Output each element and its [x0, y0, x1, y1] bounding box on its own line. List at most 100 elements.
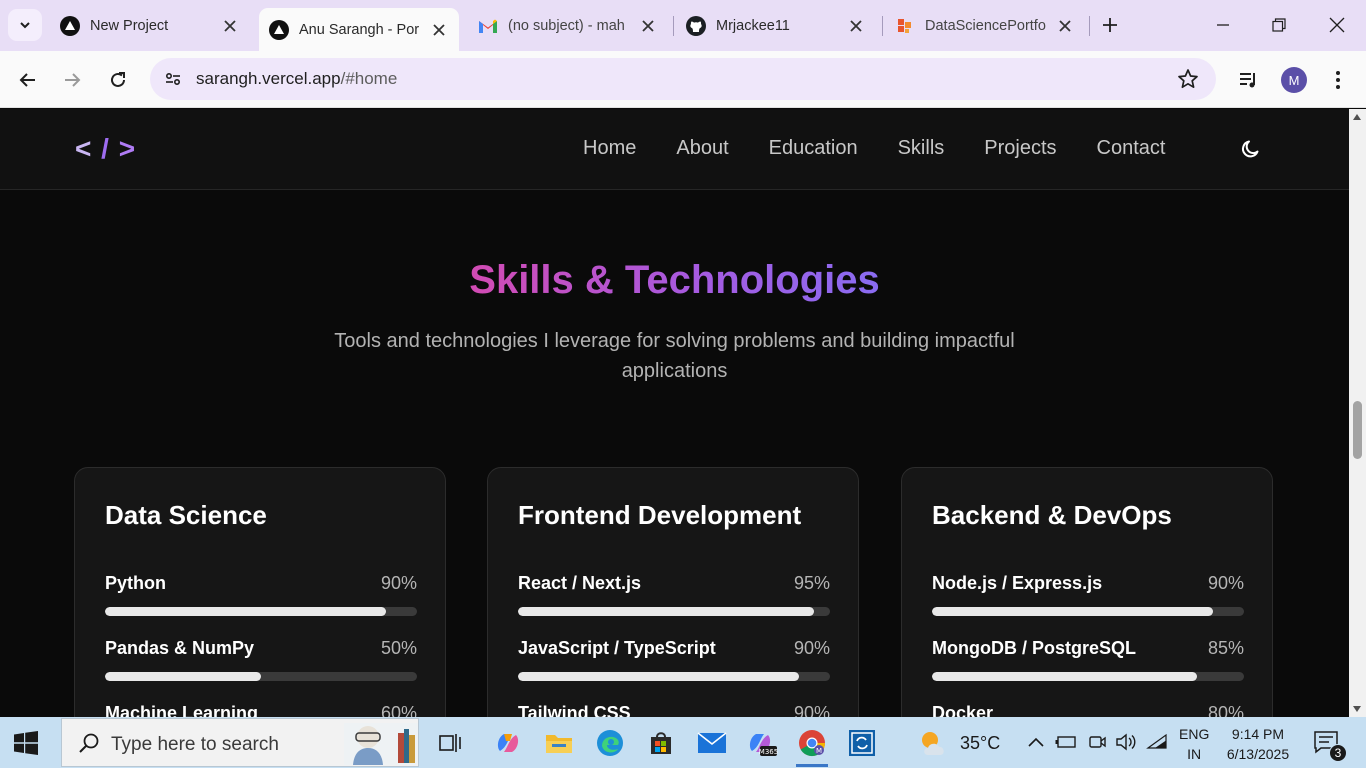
tray-meet-now[interactable] [1086, 731, 1108, 753]
skill-progress-fill [105, 672, 261, 681]
tab-title: DataSciencePortfo [925, 17, 1046, 34]
section-subtitle: Tools and technologies I leverage for so… [334, 330, 1015, 382]
skill-percent: 95% [793, 573, 830, 593]
speaker-icon [1116, 733, 1136, 751]
taskbar-file-explorer[interactable] [539, 723, 579, 763]
skill-progress-bar [105, 607, 417, 616]
forward-button[interactable] [57, 65, 87, 95]
close-icon[interactable] [220, 16, 240, 36]
skill-name: MongoDB / PostgreSQL [932, 638, 1136, 658]
svg-text:M365: M365 [759, 748, 778, 756]
reload-button[interactable] [103, 65, 133, 95]
page-scrollbar[interactable] [1349, 109, 1366, 717]
logo-lt: < [75, 133, 93, 164]
taskbar-remote-app[interactable] [842, 723, 882, 763]
taskbar-chrome[interactable]: M [792, 723, 832, 767]
tab-github[interactable]: Mrjackee11 [676, 8, 876, 43]
nav-link-projects[interactable]: Projects [984, 137, 1056, 160]
restore-button[interactable] [1259, 10, 1299, 40]
tray-overflow-button[interactable] [1025, 731, 1047, 753]
skill-item: MongoDB / PostgreSQL 85% [932, 638, 1244, 681]
nav-link-contact[interactable]: Contact [1097, 137, 1166, 160]
skill-progress-bar [518, 672, 830, 681]
taskbar-mail[interactable] [692, 723, 732, 763]
scroll-up-arrow-icon[interactable] [1353, 114, 1361, 120]
close-icon[interactable] [1055, 16, 1075, 36]
tab-new-project[interactable]: New Project [50, 8, 250, 43]
web-page: < / > Home About Education Skills Projec… [0, 109, 1349, 717]
tab-search-button[interactable] [8, 9, 42, 41]
skill-name: React / Next.js [518, 573, 642, 593]
arrow-left-icon [19, 73, 35, 87]
nav-link-about[interactable]: About [676, 137, 728, 160]
skill-progress-bar [105, 672, 417, 681]
tab-anu-sarangh[interactable]: Anu Sarangh - Por [259, 8, 459, 51]
logo-slash: / [101, 133, 110, 164]
tab-title: (no subject) - mah [508, 17, 625, 34]
notification-center-button[interactable]: 3 [1313, 730, 1347, 762]
tab-gmail[interactable]: (no subject) - mah [468, 8, 668, 43]
skill-item: Pandas & NumPy 50% [105, 638, 417, 681]
nav-link-home[interactable]: Home [583, 137, 636, 160]
skill-percent: 90% [1207, 573, 1244, 593]
close-icon[interactable] [638, 16, 658, 36]
url-text[interactable]: sarangh.vercel.app/#home [196, 69, 397, 89]
copilot-icon [497, 734, 519, 752]
taskbar-edge[interactable] [590, 723, 630, 763]
tab-figma[interactable]: DataSciencePortfo [885, 8, 1085, 43]
taskbar-search[interactable]: Type here to search [61, 718, 419, 767]
svg-text:M: M [816, 747, 822, 755]
url-host: sarangh.vercel.app [196, 69, 341, 88]
reload-icon [111, 72, 125, 87]
close-window-button[interactable] [1317, 10, 1357, 40]
weather-widget[interactable]: 35°C [918, 729, 1000, 757]
address-bar[interactable]: sarangh.vercel.app/#home [150, 58, 1216, 100]
vercel-icon [60, 15, 80, 36]
taskbar-copilot[interactable] [488, 723, 528, 763]
skill-name: Machine Learning [105, 703, 259, 717]
battery-icon [1055, 736, 1076, 748]
profile-avatar[interactable]: M [1281, 67, 1307, 93]
back-button[interactable] [13, 65, 43, 95]
site-logo[interactable]: < / > [75, 133, 136, 165]
theme-toggle-button[interactable] [1238, 136, 1264, 162]
task-view-button[interactable] [430, 723, 470, 763]
skill-progress-bar [518, 607, 830, 616]
start-button[interactable] [12, 731, 40, 755]
language-code: ENG [1179, 726, 1210, 742]
card-title: Backend & DevOps [932, 500, 1172, 530]
bookmark-star-icon[interactable] [1176, 67, 1200, 91]
weather-temperature: 35°C [960, 732, 1001, 753]
skill-name: JavaScript / TypeScript [518, 638, 716, 658]
taskbar-clock[interactable]: 9:14 PM 6/13/2025 [1220, 724, 1296, 764]
skill-name: Node.js / Express.js [932, 573, 1103, 593]
moon-icon [1242, 140, 1259, 158]
input-language[interactable]: ENG IN [1179, 724, 1209, 764]
gmail-icon [478, 16, 498, 36]
tray-battery[interactable] [1055, 731, 1077, 753]
skill-name: Docker [932, 703, 994, 717]
scroll-down-arrow-icon[interactable] [1353, 706, 1361, 712]
skill-name: Python [105, 573, 166, 593]
taskbar-store[interactable] [641, 723, 681, 763]
nav-link-education[interactable]: Education [769, 137, 858, 160]
taskbar-m365-copilot[interactable]: M365 [742, 723, 782, 763]
minimize-button[interactable] [1203, 10, 1243, 40]
site-info-icon[interactable] [160, 66, 186, 92]
close-icon[interactable] [846, 16, 866, 36]
media-controls-button[interactable] [1234, 65, 1264, 95]
clock-date: 6/13/2025 [1226, 746, 1290, 762]
video-icon [1089, 736, 1106, 748]
skill-item: Docker 80% [932, 703, 1244, 717]
skill-card-backend: Backend & DevOps Node.js / Express.js 90%… [901, 467, 1273, 717]
nav-link-skills[interactable]: Skills [898, 137, 945, 160]
new-tab-button[interactable] [1090, 10, 1130, 40]
tray-wifi[interactable] [1146, 731, 1168, 753]
media-queue-icon [1240, 73, 1255, 88]
card-title: Frontend Development [518, 500, 802, 530]
tray-volume[interactable] [1115, 731, 1137, 753]
close-icon[interactable] [429, 20, 449, 40]
browser-menu-button[interactable] [1323, 65, 1353, 95]
logo-gt: > [118, 133, 137, 164]
scrollbar-thumb[interactable] [1353, 401, 1362, 459]
